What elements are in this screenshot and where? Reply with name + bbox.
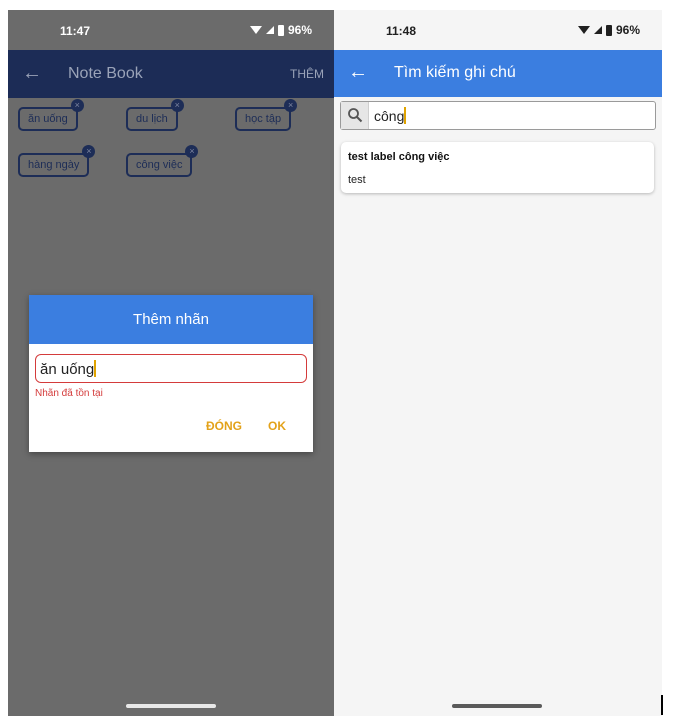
status-bar: 11:48 96% — [334, 10, 662, 50]
label-name-input[interactable]: ăn uống — [35, 354, 307, 383]
search-icon[interactable] — [341, 102, 369, 129]
status-icons: 96% — [249, 23, 312, 37]
label-chip-text: du lịch — [136, 113, 168, 125]
status-time: 11:47 — [60, 24, 91, 38]
divider-line — [661, 695, 663, 715]
delete-label-icon[interactable]: × — [284, 99, 298, 112]
note-title: test label công việc — [348, 151, 450, 163]
search-input-value: công — [374, 108, 405, 124]
close-button[interactable]: ĐÓNG — [206, 419, 242, 433]
app-title: Note Book — [68, 65, 143, 82]
text-caret — [404, 107, 407, 124]
dialog-title: Thêm nhãn — [29, 295, 313, 344]
delete-label-icon[interactable]: × — [82, 145, 96, 158]
ok-button[interactable]: OK — [268, 419, 286, 433]
delete-label-icon[interactable]: × — [170, 99, 184, 112]
app-bar: ← Tìm kiếm ghi chú — [334, 50, 662, 97]
note-content: test — [348, 174, 366, 186]
status-time: 11:48 — [386, 24, 417, 38]
label-chip[interactable]: ăn uống × — [18, 99, 84, 131]
label-chip[interactable]: học tập × — [235, 99, 298, 131]
label-chip-text: công việc — [136, 159, 183, 171]
label-chip[interactable]: công việc × — [126, 145, 199, 177]
label-name-value: ăn uống — [40, 361, 95, 378]
battery-level: 96% — [287, 23, 312, 37]
delete-label-icon[interactable]: × — [70, 99, 84, 112]
label-chip-text: ăn uống — [28, 113, 68, 125]
note-result-card[interactable]: test label công việc test — [341, 142, 654, 193]
search-bar[interactable]: công — [340, 101, 656, 130]
home-indicator[interactable] — [126, 704, 216, 708]
label-chip[interactable]: hàng ngày × — [18, 145, 96, 177]
error-message: Nhãn đã tồn tại — [35, 388, 103, 399]
search-input[interactable]: công — [374, 107, 407, 124]
battery-icon — [605, 24, 612, 36]
status-bar: 11:47 96% — [8, 10, 334, 50]
home-indicator[interactable] — [452, 704, 542, 708]
add-label-button[interactable]: THÊM — [290, 67, 324, 81]
note-book-screen: 11:47 96% ← Note Book THÊM ăn uống × du … — [8, 10, 334, 716]
wifi-icon — [577, 26, 590, 34]
label-chip[interactable]: du lịch × — [126, 99, 184, 131]
search-notes-screen: 11:48 96% ← Tìm kiếm ghi chú công test l… — [334, 10, 662, 716]
screen-title: Tìm kiếm ghi chú — [394, 64, 516, 81]
status-icons: 96% — [577, 23, 640, 37]
app-bar: ← Note Book THÊM — [8, 50, 334, 98]
back-arrow-icon[interactable]: ← — [348, 61, 368, 84]
battery-level: 96% — [615, 23, 640, 37]
battery-icon — [277, 24, 284, 36]
delete-label-icon[interactable]: × — [185, 145, 199, 158]
label-chip-text: học tập — [245, 113, 282, 125]
screenshot-page: 11:47 96% ← Note Book THÊM ăn uống × du … — [0, 0, 678, 723]
wifi-icon — [249, 26, 262, 34]
add-label-dialog: Thêm nhãn ăn uống Nhãn đã tồn tại ĐÓNG O… — [29, 295, 313, 452]
label-chip-text: hàng ngày — [28, 159, 80, 171]
back-arrow-icon[interactable]: ← — [22, 62, 42, 85]
text-caret — [94, 360, 97, 377]
signal-icon — [265, 26, 274, 34]
signal-icon — [593, 26, 602, 34]
